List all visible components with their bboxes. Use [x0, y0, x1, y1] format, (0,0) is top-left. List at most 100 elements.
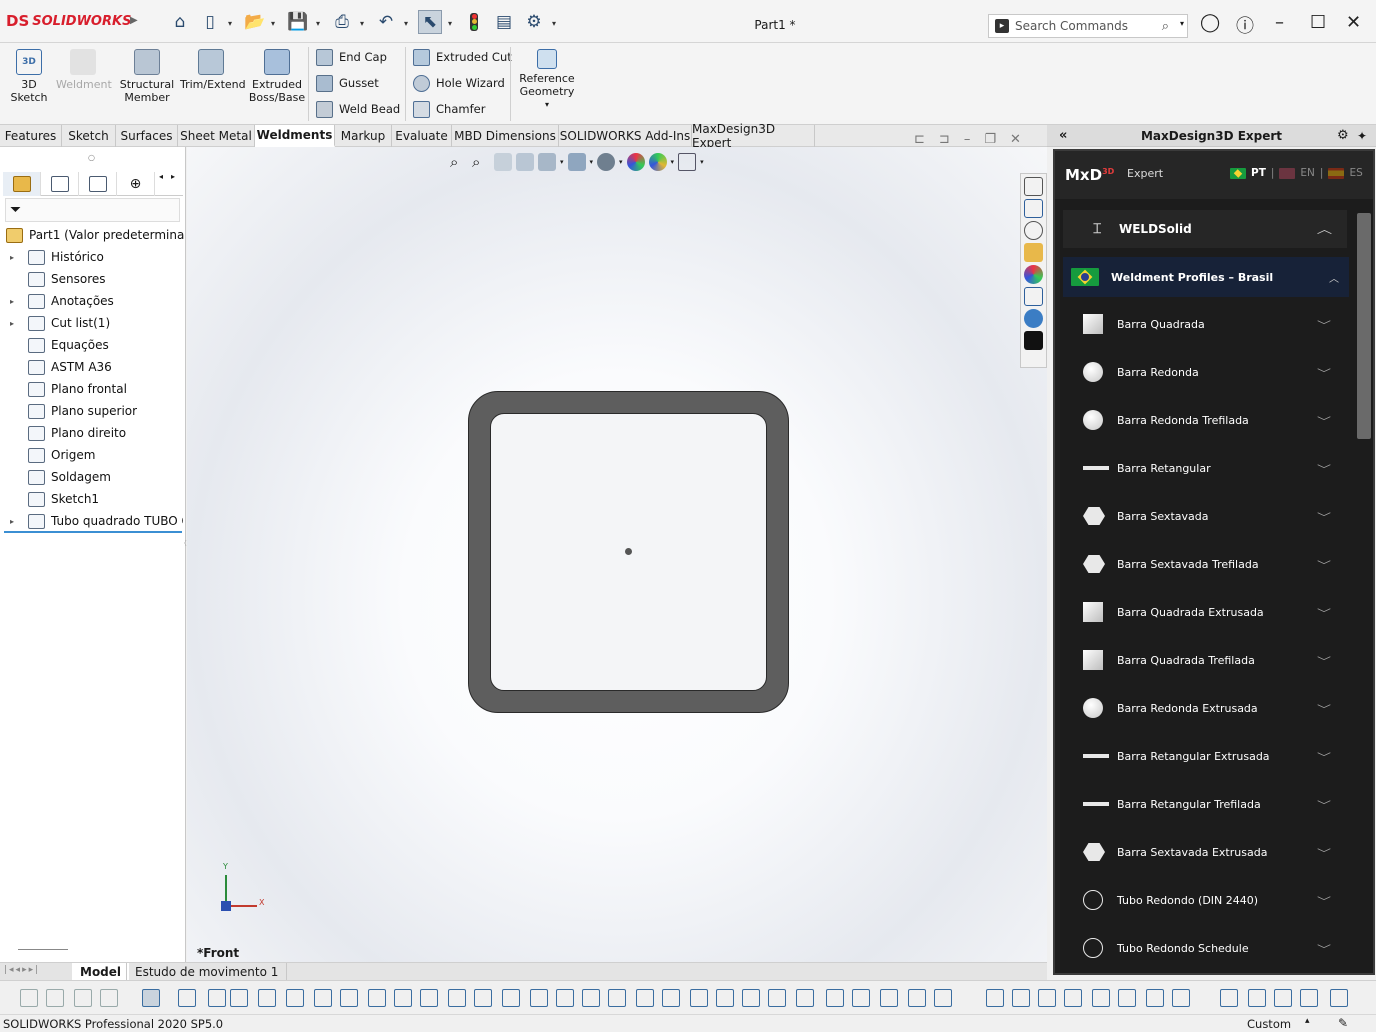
lang-es[interactable]: ES — [1349, 167, 1362, 179]
toolbar-tool-icon[interactable] — [448, 989, 466, 1007]
toolbar-tool-icon[interactable] — [716, 989, 734, 1007]
view-orientation-icon[interactable] — [567, 153, 586, 171]
user-account-icon[interactable]: ◯ — [1200, 12, 1220, 33]
viewport-restore-icon[interactable]: ❐ — [984, 132, 996, 147]
tab-surfaces[interactable]: Surfaces — [116, 125, 178, 147]
rebuild-traffic-light-icon[interactable] — [462, 10, 486, 34]
tree-item[interactable]: ▸ Histórico — [6, 246, 104, 268]
toolbar-tool-icon[interactable] — [474, 989, 492, 1007]
dropdown-icon[interactable]: ▾ — [560, 158, 564, 166]
chevron-down-icon[interactable]: ﹀ — [1317, 557, 1331, 572]
search-commands-input[interactable]: ▸ Search Commands ⌕ — [988, 14, 1188, 38]
view-settings-icon[interactable] — [678, 153, 697, 171]
reference-geometry-dropdown-icon[interactable]: ▾ — [516, 98, 578, 111]
toolbar-tool-icon[interactable] — [1330, 989, 1348, 1007]
resources-folder-icon[interactable] — [1024, 177, 1043, 196]
chevron-down-icon[interactable]: ﹀ — [1317, 317, 1331, 332]
toolbar-tool-icon[interactable] — [394, 989, 412, 1007]
toolbar-tool-icon[interactable] — [142, 989, 160, 1007]
weldsolid-section-header[interactable]: ⌶ WELDSolid ︿ — [1063, 210, 1347, 248]
tab-scroll-arrows-icon[interactable]: |◂◂▸▸| — [4, 965, 40, 975]
profile-item[interactable]: Barra Quadrada Trefilada ﹀ — [1063, 636, 1347, 684]
toolbar-tool-icon[interactable] — [530, 989, 548, 1007]
tab-motion-study[interactable]: Estudo de movimento 1 — [126, 963, 288, 981]
chevron-down-icon[interactable]: ﹀ — [1317, 365, 1331, 380]
profile-item[interactable]: Barra Retangular Trefilada ﹀ — [1063, 780, 1347, 828]
design-library-icon[interactable] — [1024, 221, 1043, 240]
hole-wizard-button[interactable]: Hole Wizard — [413, 73, 505, 93]
tree-item[interactable]: Soldagem — [6, 466, 111, 488]
status-notification-icon[interactable]: ✎ — [1338, 1016, 1348, 1030]
menu-expand-arrow-icon[interactable]: ▶ — [130, 15, 138, 26]
toolbar-tool-icon[interactable] — [742, 989, 760, 1007]
toolbar-tool-icon[interactable] — [286, 989, 304, 1007]
rollback-bar[interactable] — [4, 531, 182, 533]
toolbar-tool-icon[interactable] — [74, 989, 92, 1007]
task-pane-pin-icon[interactable]: ✦ — [1357, 129, 1367, 143]
lang-en[interactable]: EN — [1300, 167, 1315, 179]
tree-item[interactable]: Plano superior — [6, 400, 137, 422]
solidworks-forum-icon[interactable] — [1024, 309, 1043, 328]
minimize-icon[interactable]: – — [1275, 12, 1284, 33]
panel-scrollbar[interactable] — [1357, 213, 1371, 439]
tree-expand-icon[interactable]: ▸ — [6, 253, 18, 262]
save-dropdown-icon[interactable]: ▾ — [316, 19, 320, 28]
chevron-up-icon[interactable]: ︿ — [1329, 270, 1339, 285]
profile-item[interactable]: Barra Sextavada ﹀ — [1063, 492, 1347, 540]
tree-root-part[interactable]: Part1 (Valor predeterminado< — [6, 224, 185, 246]
scroll-left-icon[interactable]: ◂ — [159, 172, 163, 195]
extruded-boss-button[interactable]: Extruded Boss/Base — [248, 49, 306, 104]
tab-maxdesign3d-expert[interactable]: MaxDesign3D Expert — [692, 122, 815, 150]
toolbar-tool-icon[interactable] — [636, 989, 654, 1007]
tab-evaluate[interactable]: Evaluate — [392, 125, 452, 147]
profile-item[interactable]: Barra Redonda Extrusada ﹀ — [1063, 684, 1347, 732]
gusset-button[interactable]: Gusset — [316, 73, 379, 93]
profile-item[interactable]: Tubo Redondo (DIN 2440) ﹀ — [1063, 876, 1347, 924]
toolbar-tool-icon[interactable] — [208, 989, 226, 1007]
weldment-profiles-brasil-header[interactable]: Weldment Profiles – Brasil ︿ — [1063, 257, 1349, 297]
toolbar-tool-icon[interactable] — [1300, 989, 1318, 1007]
edit-appearance-icon[interactable] — [626, 153, 645, 171]
toolbar-tool-icon[interactable] — [1038, 989, 1056, 1007]
tree-expand-icon[interactable]: ▸ — [6, 517, 18, 526]
profile-item[interactable]: Barra Redonda Trefilada ﹀ — [1063, 396, 1347, 444]
toolbar-tool-icon[interactable] — [582, 989, 600, 1007]
reference-geometry-button[interactable]: Reference Geometry ▾ — [516, 49, 578, 111]
profile-item[interactable]: Barra Redonda ﹀ — [1063, 348, 1347, 396]
dropdown-icon[interactable]: ▾ — [700, 158, 704, 166]
previous-view-icon[interactable] — [494, 153, 512, 171]
new-dropdown-icon[interactable]: ▾ — [228, 19, 232, 28]
toolbar-tool-icon[interactable] — [1118, 989, 1136, 1007]
tab-mbd-dimensions[interactable]: MBD Dimensions — [452, 125, 559, 147]
print-icon[interactable]: ⎙ — [330, 10, 354, 34]
spain-flag-icon[interactable] — [1328, 167, 1345, 179]
chevron-down-icon[interactable]: ﹀ — [1317, 653, 1331, 668]
save-icon[interactable]: 💾 — [286, 10, 310, 34]
toolbar-tool-icon[interactable] — [556, 989, 574, 1007]
profile-item[interactable]: Tubo Redondo Schedule ﹀ — [1063, 924, 1347, 972]
toolbar-tool-icon[interactable] — [662, 989, 680, 1007]
maxdesign3d-icon[interactable] — [1024, 331, 1043, 350]
property-manager-tab[interactable] — [41, 172, 79, 196]
open-dropdown-icon[interactable]: ▾ — [271, 19, 275, 28]
tree-item[interactable]: ▸ Anotações — [6, 290, 114, 312]
dynamic-annotation-icon[interactable] — [538, 153, 556, 171]
tree-item[interactable]: Plano direito — [6, 422, 126, 444]
file-properties-icon[interactable]: ▤ — [492, 10, 516, 34]
brazil-flag-icon[interactable] — [1230, 167, 1246, 179]
lang-pt[interactable]: PT — [1251, 167, 1266, 179]
toolbar-tool-icon[interactable] — [690, 989, 708, 1007]
viewport-prev-icon[interactable]: ⊏ — [914, 132, 925, 147]
file-explorer-icon[interactable] — [1024, 243, 1043, 262]
chevron-down-icon[interactable]: ﹀ — [1317, 845, 1331, 860]
tree-item[interactable]: Sketch1 — [6, 488, 99, 510]
tab-model[interactable]: Model — [72, 963, 130, 981]
unit-system-selector[interactable]: Custom — [1247, 1017, 1291, 1031]
trim-extend-button[interactable]: Trim/Extend — [180, 49, 246, 91]
home-icon[interactable]: ⌂ — [168, 10, 192, 34]
tree-item[interactable]: Origem — [6, 444, 95, 466]
chevron-down-icon[interactable]: ﹀ — [1317, 605, 1331, 620]
toolbar-tool-icon[interactable] — [796, 989, 814, 1007]
display-style-icon[interactable] — [597, 153, 616, 171]
undo-dropdown-icon[interactable]: ▾ — [404, 19, 408, 28]
